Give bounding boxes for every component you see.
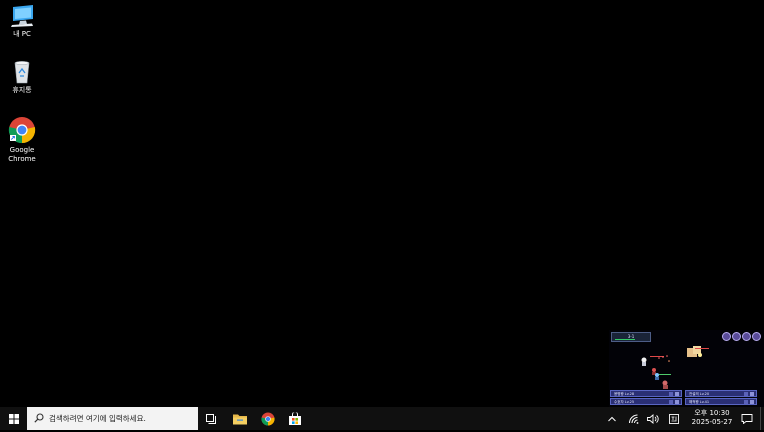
game-party-slot-3[interactable]: 수호자 Lv.25 (610, 398, 682, 405)
folder-icon (232, 414, 247, 424)
game-slot-skill-icon (675, 392, 679, 396)
taskbar-microsoft-store[interactable] (282, 407, 307, 430)
game-party-slot-2[interactable]: 전설의 Lv.20 (685, 390, 757, 397)
game-stage-indicator: 3-1 (611, 332, 651, 342)
desktop-icon-label: Google Chrome (8, 146, 36, 163)
task-view-icon (206, 413, 216, 424)
windows-logo-icon (8, 413, 19, 424)
show-hidden-icons-button[interactable] (604, 407, 620, 430)
game-unit-hp-bar (659, 374, 671, 375)
chrome-icon (8, 117, 36, 144)
game-character-sprite (662, 380, 668, 389)
ime-keyboard-icon (669, 413, 679, 424)
clock-time: 오후 10:30 (694, 409, 730, 417)
game-enemy-sprite (687, 346, 702, 357)
taskbar-chrome[interactable] (255, 407, 280, 430)
start-button[interactable] (0, 407, 27, 430)
volume-button[interactable] (645, 407, 661, 430)
recycle-bin-icon (14, 61, 30, 84)
search-placeholder: 검색하려면 여기에 입력하세요. (49, 414, 146, 423)
show-desktop-button[interactable] (760, 407, 764, 430)
game-menu-button-2[interactable] (732, 332, 741, 341)
game-character-sprite (641, 357, 647, 366)
action-center-button[interactable] (738, 407, 756, 430)
taskbar-file-explorer[interactable] (227, 407, 252, 430)
speaker-icon (647, 413, 659, 424)
taskbar: 검색하려면 여기에 입력하세요. 오후 10:30 2025-05-27 (0, 407, 764, 430)
clock-date: 2025-05-27 (691, 418, 733, 426)
game-slot-skill-icon (750, 392, 754, 396)
network-button[interactable] (626, 407, 642, 430)
input-method-button[interactable] (666, 407, 682, 430)
game-party-slot-4[interactable]: 해적왕 Lv.41 (685, 398, 757, 405)
game-battlefield (641, 346, 709, 389)
game-slot-skill-icon (675, 400, 679, 404)
desktop-icon-label: 휴지통 (12, 86, 32, 94)
desktop-icon-recycle-bin[interactable]: 휴지통 (0, 60, 44, 95)
desktop-icon-my-pc[interactable]: 내 PC (0, 4, 44, 39)
game-slot-skill-icon (669, 400, 673, 404)
desktop-icon-chrome[interactable]: Google Chrome (0, 116, 44, 164)
network-icon (629, 414, 639, 424)
taskbar-search-input[interactable]: 검색하려면 여기에 입력하세요. (27, 407, 198, 430)
store-bag-icon (288, 412, 301, 425)
game-slot-skill-icon (750, 400, 754, 404)
game-slot-skill-icon (744, 392, 748, 396)
game-menu-button-1[interactable] (722, 332, 731, 341)
game-character-sprite (655, 373, 659, 380)
taskbar-clock[interactable]: 오후 10:30 2025-05-27 (686, 407, 738, 432)
game-slot-skill-icon (744, 400, 748, 404)
chevron-up-icon (608, 416, 616, 421)
notification-icon (741, 413, 753, 424)
game-menu-button-4[interactable] (752, 332, 761, 341)
task-view-button[interactable] (200, 407, 224, 430)
monitor-icon (11, 5, 33, 27)
search-icon (34, 413, 44, 423)
desktop: 내 PC 휴지통 Google Chrome 3-1 용병왕 Lv.28 전설의… (0, 0, 764, 407)
game-party-slot-1[interactable]: 용병왕 Lv.28 (610, 390, 682, 397)
game-overlay-window[interactable]: 3-1 용병왕 Lv.28 전설의 Lv.20 수호자 Lv.25 해적왕 Lv… (609, 330, 764, 407)
game-stage-progress-bar (615, 339, 635, 340)
game-enemy-hp-bar (695, 348, 709, 349)
chrome-icon (260, 412, 275, 426)
game-menu-button-3[interactable] (742, 332, 751, 341)
game-unit-hp-bar (650, 356, 664, 357)
desktop-icon-label: 내 PC (13, 30, 31, 38)
game-slot-skill-icon (669, 392, 673, 396)
